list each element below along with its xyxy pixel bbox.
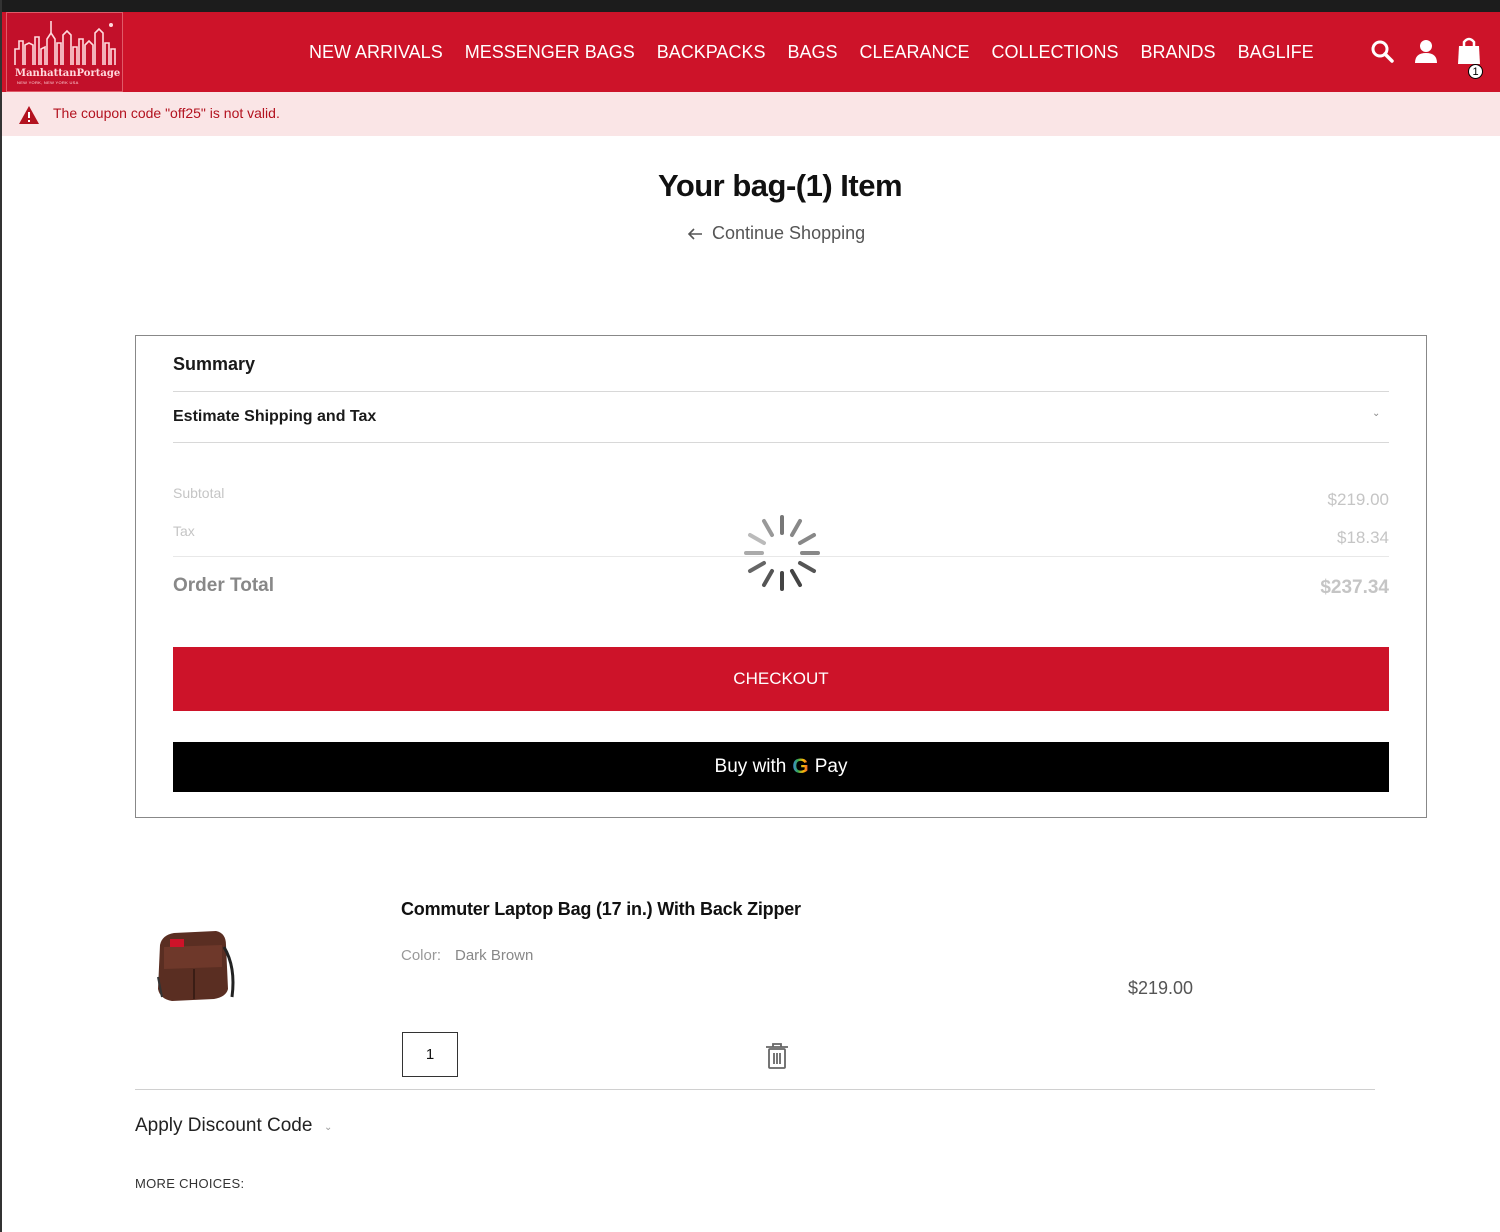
nav-clearance[interactable]: CLEARANCE xyxy=(848,42,980,63)
nav-collections[interactable]: COLLECTIONS xyxy=(981,42,1130,63)
summary-title: Summary xyxy=(173,354,256,374)
continue-shopping-label: Continue Shopping xyxy=(712,223,866,243)
nav-backpacks[interactable]: BACKPACKS xyxy=(646,42,777,63)
product-name[interactable]: Commuter Laptop Bag (17 in.) With Back Z… xyxy=(401,899,801,920)
chevron-down-icon[interactable]: ⌄ xyxy=(1372,408,1380,419)
skyline-logo-icon xyxy=(14,21,116,65)
nav-new-arrivals[interactable]: NEW ARRIVALS xyxy=(298,42,454,63)
apply-discount-toggle[interactable]: Apply Discount Code xyxy=(135,1115,312,1137)
divider xyxy=(135,1089,1375,1090)
divider xyxy=(173,442,1389,443)
remove-item-button[interactable] xyxy=(765,1042,789,1075)
site-logo[interactable]: ManhattanPortage NEW YORK, NEW YORK USA xyxy=(6,12,123,92)
arrow-left-icon xyxy=(687,227,702,240)
order-total-label: Order Total xyxy=(173,575,274,596)
browser-top-strip xyxy=(2,0,1500,12)
order-total-value: $237.34 xyxy=(1320,577,1389,598)
product-image[interactable] xyxy=(150,917,240,1007)
gpay-prefix: Buy with xyxy=(714,756,787,777)
logo-tagline: NEW YORK, NEW YORK USA xyxy=(17,80,79,85)
search-icon[interactable] xyxy=(1369,38,1397,66)
warning-icon xyxy=(19,106,39,124)
logo-wordmark: ManhattanPortage xyxy=(15,68,121,79)
subtotal-label: Subtotal xyxy=(173,485,225,501)
google-pay-button[interactable]: Buy with G Pay xyxy=(173,742,1389,792)
main-nav: NEW ARRIVALS MESSENGER BAGS BACKPACKS BA… xyxy=(298,12,1325,92)
cart-count-badge: 1 xyxy=(1468,64,1483,79)
loading-spinner-icon xyxy=(744,515,820,591)
order-summary: Summary Estimate Shipping and Tax ⌄ Subt… xyxy=(135,335,1427,818)
nav-baglife[interactable]: BAGLIFE xyxy=(1227,42,1325,63)
gpay-suffix: Pay xyxy=(814,756,848,777)
error-alert: The coupon code "off25" is not valid. xyxy=(2,92,1500,136)
nav-bags[interactable]: BAGS xyxy=(776,42,848,63)
site-header: ManhattanPortage NEW YORK, NEW YORK USA … xyxy=(2,12,1500,92)
google-g-icon: G xyxy=(792,755,809,778)
estimate-shipping-toggle[interactable]: Estimate Shipping and Tax xyxy=(173,408,376,426)
quantity-input[interactable] xyxy=(402,1032,458,1077)
alert-message: The coupon code "off25" is not valid. xyxy=(53,105,280,121)
checkout-button[interactable]: CHECKOUT xyxy=(173,647,1389,711)
color-value: Dark Brown xyxy=(455,947,534,964)
account-icon[interactable] xyxy=(1413,38,1441,66)
messenger-bag-icon xyxy=(157,931,235,1001)
cart-icon[interactable] xyxy=(1456,36,1484,64)
item-price: $219.00 xyxy=(1128,978,1194,998)
chevron-down-icon[interactable]: ⌄ xyxy=(324,1122,332,1133)
continue-shopping-link[interactable]: Continue Shopping xyxy=(686,223,865,244)
divider xyxy=(173,391,1389,392)
tax-value: $18.34 xyxy=(1337,528,1389,547)
nav-messenger-bags[interactable]: MESSENGER BAGS xyxy=(454,42,646,63)
nav-brands[interactable]: BRANDS xyxy=(1130,42,1227,63)
subtotal-value: $219.00 xyxy=(1327,490,1389,509)
color-label: Color: xyxy=(401,947,442,964)
page-title: Your bag-(1) Item xyxy=(657,168,903,203)
tax-label: Tax xyxy=(173,523,195,539)
trash-icon xyxy=(766,1043,788,1069)
more-choices-label: MORE CHOICES: xyxy=(135,1176,245,1191)
